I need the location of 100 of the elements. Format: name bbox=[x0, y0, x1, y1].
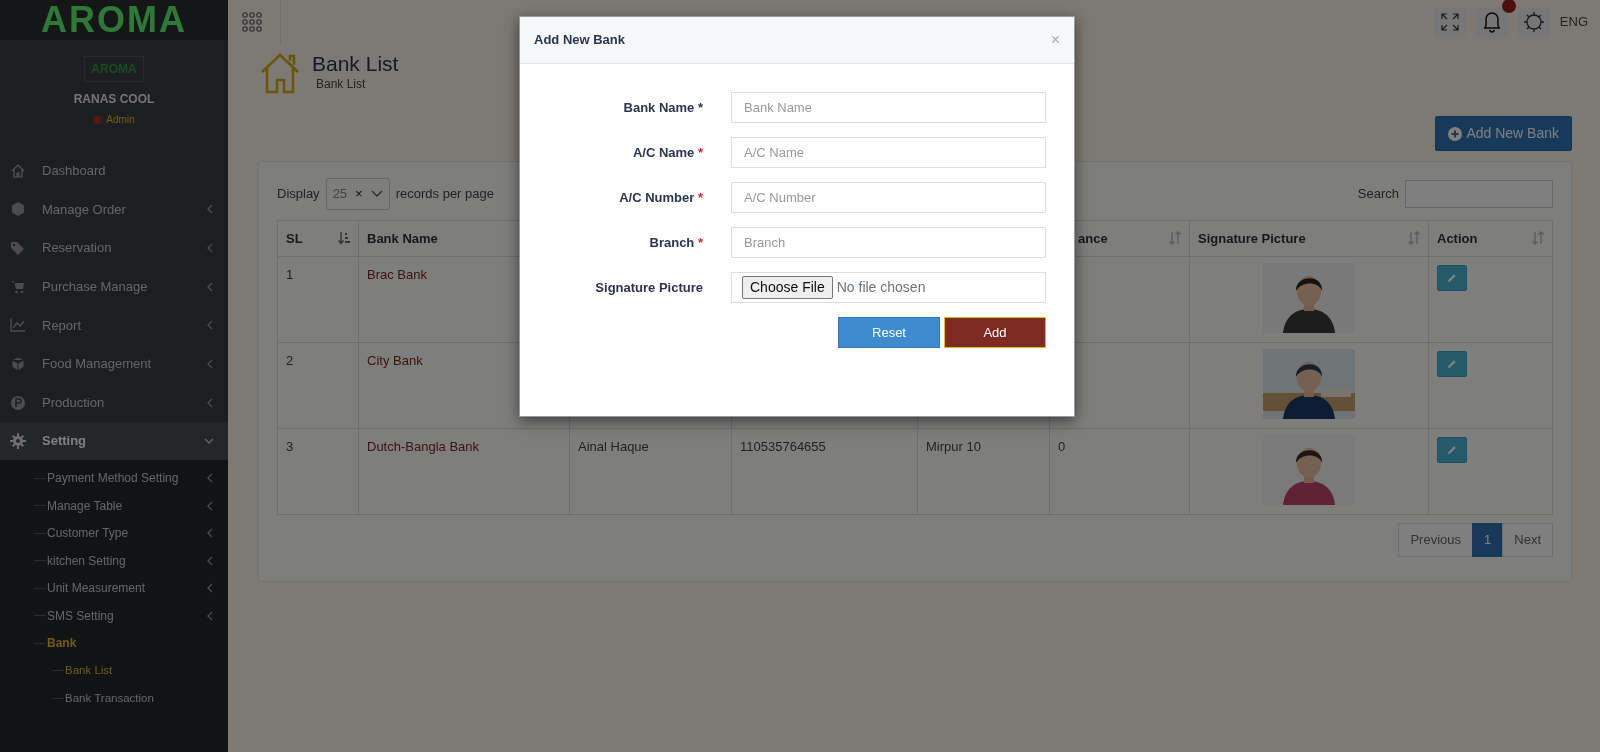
table-cell: City Bank bbox=[367, 353, 423, 368]
choose-file-button[interactable]: Choose File bbox=[742, 276, 833, 299]
search-field[interactable] bbox=[1405, 179, 1553, 208]
settings-icon bbox=[1522, 11, 1545, 33]
plus-circle-icon bbox=[1448, 126, 1463, 141]
home-icon bbox=[10, 162, 26, 179]
pencil-icon bbox=[1447, 273, 1457, 283]
chevron-left-icon bbox=[206, 358, 214, 369]
chevron-left-icon bbox=[206, 528, 214, 539]
notification-badge bbox=[1501, 0, 1516, 13]
submenu-item[interactable]: Payment Method Setting bbox=[0, 464, 228, 492]
submenu-item[interactable]: Unit Measurement bbox=[0, 574, 228, 602]
brand-logo: AROMA bbox=[0, 0, 228, 41]
field-label: Bank Name * bbox=[622, 98, 703, 117]
edit-button[interactable] bbox=[1437, 265, 1467, 291]
tag-icon bbox=[10, 240, 26, 257]
sidebar-item[interactable]: Purchase Manage bbox=[0, 267, 228, 306]
pagination-button[interactable]: Next bbox=[1502, 523, 1553, 557]
table-cell: Mirpur 10 bbox=[926, 439, 981, 454]
box-icon bbox=[10, 355, 26, 372]
dialog-title: Add New Bank bbox=[534, 31, 625, 50]
language-selector[interactable]: ENG bbox=[1559, 12, 1588, 32]
column-header: Action bbox=[1437, 229, 1478, 248]
input-field[interactable]: A/C Number bbox=[731, 182, 1046, 213]
chevron-left-icon bbox=[206, 204, 214, 215]
field-label: Signature Picture bbox=[594, 278, 703, 297]
submenu-item[interactable]: Bank List bbox=[0, 656, 228, 685]
chevron-down-icon bbox=[370, 189, 383, 198]
breadcrumb: Bank List bbox=[316, 76, 367, 94]
column-header: Bank Name bbox=[367, 229, 438, 248]
chevron-left-icon bbox=[206, 583, 214, 594]
column-header: SL bbox=[286, 229, 303, 248]
page-size-select[interactable]: 25 × bbox=[325, 178, 390, 210]
add-button[interactable]: Add bbox=[944, 317, 1046, 348]
chevron-left-icon bbox=[206, 397, 214, 408]
user-role: Admin bbox=[106, 113, 135, 128]
column-header: ance bbox=[1078, 229, 1108, 248]
cart-icon bbox=[10, 278, 26, 295]
records-label: records per page bbox=[395, 185, 494, 203]
apps-grid-icon bbox=[242, 12, 262, 32]
reset-button[interactable]: Reset bbox=[838, 317, 940, 348]
submenu-item[interactable]: Bank bbox=[0, 629, 228, 657]
sidebar-item[interactable]: Food Management bbox=[0, 344, 228, 384]
table-cell: 3 bbox=[286, 439, 294, 454]
settings-button[interactable] bbox=[1517, 7, 1550, 37]
input-field[interactable]: A/C Name bbox=[731, 137, 1046, 168]
pencil-icon bbox=[1447, 359, 1457, 369]
table-cell: 2 bbox=[286, 353, 294, 368]
cube-icon bbox=[10, 201, 26, 218]
expand-icon bbox=[1439, 12, 1460, 32]
submenu-item[interactable]: SMS Setting bbox=[0, 601, 228, 630]
status-dot bbox=[93, 115, 102, 124]
sidebar-item[interactable]: Reservation bbox=[0, 228, 228, 268]
page-title: Bank List bbox=[312, 52, 399, 76]
sidebar-item[interactable]: Production bbox=[0, 383, 228, 422]
chevron-left-icon bbox=[206, 555, 214, 566]
input-field[interactable]: Bank Name bbox=[731, 92, 1046, 123]
field-label: A/C Name * bbox=[631, 143, 703, 162]
table-cell: 1 bbox=[286, 267, 294, 282]
submenu-item[interactable]: Customer Type bbox=[0, 519, 228, 547]
submenu-item[interactable]: Bank Transaction bbox=[0, 684, 228, 712]
submenu-item[interactable]: kitchen Setting bbox=[0, 546, 228, 575]
display-label: Display bbox=[277, 185, 320, 203]
chevron-left-icon bbox=[206, 243, 214, 254]
field-label: A/C Number * bbox=[618, 188, 703, 207]
close-button[interactable]: × bbox=[1050, 28, 1060, 52]
chevron-left-icon bbox=[206, 610, 214, 621]
field-label: Branch * bbox=[648, 233, 703, 252]
add-new-bank-button[interactable]: Add New Bank bbox=[1435, 116, 1572, 151]
edit-button[interactable] bbox=[1437, 437, 1467, 463]
chevron-down-icon bbox=[204, 437, 214, 446]
chevron-left-icon bbox=[206, 473, 214, 484]
clear-selection-button[interactable]: × bbox=[355, 184, 363, 204]
file-status: No file chosen bbox=[836, 278, 926, 297]
sidebar-item[interactable]: Report bbox=[0, 305, 228, 345]
table-cell: Brac Bank bbox=[367, 267, 427, 282]
pagination-button[interactable]: Previous bbox=[1398, 523, 1474, 557]
pagination-button[interactable]: 1 bbox=[1472, 523, 1504, 557]
house-icon bbox=[260, 52, 300, 94]
table-cell: 0 bbox=[1058, 439, 1066, 454]
submenu-item[interactable]: Manage Table bbox=[0, 491, 228, 520]
fullscreen-button[interactable] bbox=[1433, 7, 1466, 37]
settings-icon bbox=[10, 433, 26, 450]
input-field[interactable]: Branch bbox=[731, 227, 1046, 258]
notifications-button[interactable] bbox=[1475, 7, 1508, 37]
chevron-left-icon bbox=[206, 281, 214, 292]
edit-button[interactable] bbox=[1437, 351, 1467, 377]
pencil-icon bbox=[1447, 445, 1457, 455]
file-input[interactable]: Choose File No file chosen bbox=[731, 272, 1046, 303]
table-cell: Dutch-Bangla Bank bbox=[367, 439, 479, 454]
sidebar-item[interactable]: Setting bbox=[0, 421, 228, 461]
table-cell: Ainal Haque bbox=[578, 439, 649, 454]
chevron-left-icon bbox=[206, 500, 214, 511]
line-chart-icon bbox=[10, 317, 26, 334]
search-label: Search bbox=[1357, 185, 1399, 203]
sidebar-item[interactable]: Dashboard bbox=[0, 151, 228, 191]
column-header: Signature Picture bbox=[1198, 229, 1306, 248]
sidebar-item[interactable]: Manage Order bbox=[0, 190, 228, 229]
chevron-left-icon bbox=[206, 320, 214, 331]
table-cell: 110535764655 bbox=[740, 439, 826, 454]
